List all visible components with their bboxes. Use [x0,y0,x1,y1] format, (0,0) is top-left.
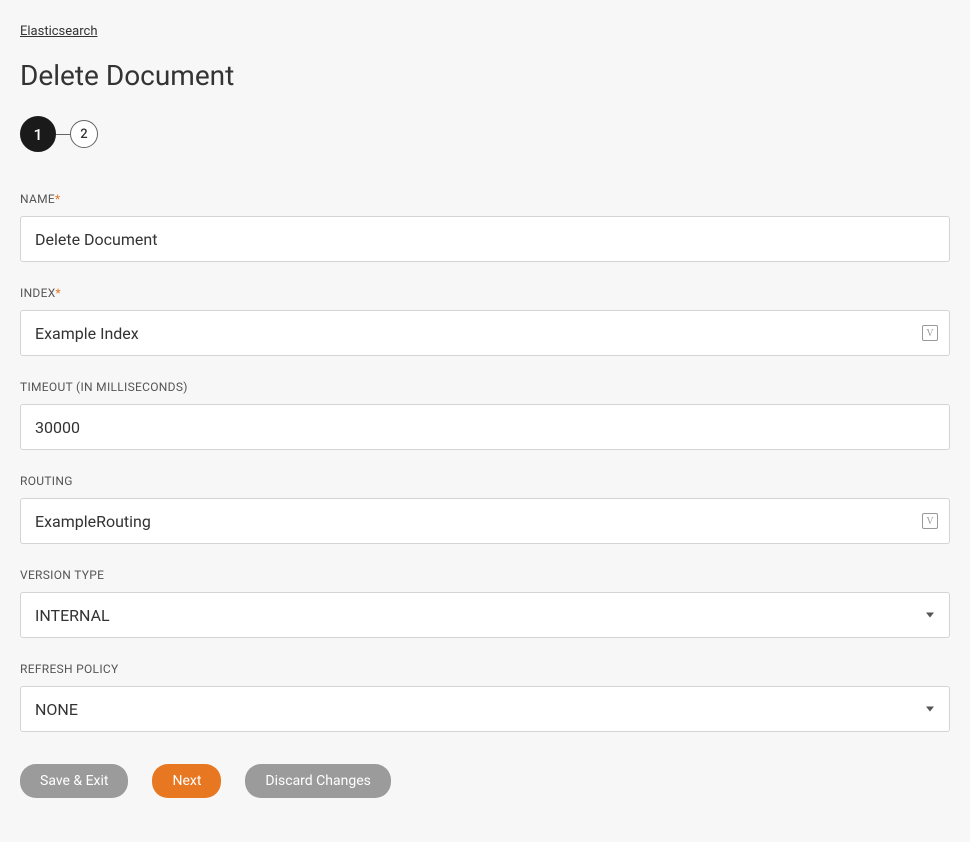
variable-icon[interactable]: V [922,513,938,529]
name-label-text: NAME [20,192,55,206]
variable-icon[interactable]: V [922,325,938,341]
step-connector [56,134,70,135]
name-field-group: NAME* [20,192,950,262]
routing-input[interactable] [20,498,950,544]
name-label: NAME* [20,192,950,206]
timeout-field-group: TIMEOUT (IN MILLISECONDS) [20,380,950,450]
step-1[interactable]: 1 [20,116,56,152]
refresh-policy-select[interactable]: NONE [20,686,950,732]
index-field-group: INDEX* V [20,286,950,356]
required-mark: * [55,192,60,206]
refresh-policy-select-wrapper: NONE [20,686,950,732]
refresh-policy-field-group: REFRESH POLICY NONE [20,662,950,732]
next-button[interactable]: Next [152,764,221,798]
version-type-label: VERSION TYPE [20,568,950,582]
routing-input-wrapper: V [20,498,950,544]
breadcrumb-link[interactable]: Elasticsearch [20,24,97,39]
version-type-select[interactable]: INTERNAL [20,592,950,638]
button-row: Save & Exit Next Discard Changes [20,764,950,798]
name-input[interactable] [20,216,950,262]
discard-changes-button[interactable]: Discard Changes [245,764,390,798]
routing-label: ROUTING [20,474,950,488]
stepper: 1 2 [20,116,950,152]
step-2[interactable]: 2 [70,120,98,148]
index-input-wrapper: V [20,310,950,356]
refresh-policy-label: REFRESH POLICY [20,662,950,676]
version-type-select-wrapper: INTERNAL [20,592,950,638]
timeout-label: TIMEOUT (IN MILLISECONDS) [20,380,950,394]
routing-field-group: ROUTING V [20,474,950,544]
required-mark: * [56,286,61,300]
index-label-text: INDEX [20,286,56,300]
index-label: INDEX* [20,286,950,300]
page-title: Delete Document [20,59,950,92]
index-input[interactable] [20,310,950,356]
version-type-field-group: VERSION TYPE INTERNAL [20,568,950,638]
timeout-input[interactable] [20,404,950,450]
save-exit-button[interactable]: Save & Exit [20,764,128,798]
